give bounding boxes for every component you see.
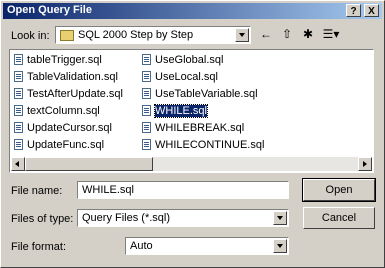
sql-file-icon [14, 139, 23, 150]
file-item[interactable]: textColumn.sql [14, 105, 100, 119]
scroll-right-button[interactable] [358, 157, 372, 171]
file-item[interactable]: TableValidation.sql [14, 71, 118, 85]
file-item[interactable]: UseTableVariable.sql [142, 88, 258, 102]
up-folder-icon[interactable]: ⇧ [278, 26, 296, 42]
lookin-label: Look in: [11, 30, 50, 42]
file-name: UpdateFunc.sql [27, 139, 105, 151]
file-item[interactable]: WHILEBREAK.sql [142, 122, 244, 136]
scroll-thumb[interactable] [25, 157, 153, 171]
filename-label: File name: [11, 185, 63, 197]
file-name: TableValidation.sql [27, 71, 118, 83]
file-item[interactable]: UseGlobal.sql [142, 54, 223, 68]
open-button[interactable]: Open [302, 178, 376, 202]
folder-icon [60, 30, 74, 41]
filetype-dropdown-arrow[interactable] [273, 211, 287, 225]
cancel-button[interactable]: Cancel [303, 207, 375, 229]
file-name: TestAfterUpdate.sql [27, 88, 123, 100]
filename-value: WHILE.sql [82, 184, 134, 196]
file-name: WHILEBREAK.sql [155, 122, 245, 134]
fileformat-combo[interactable]: Auto [125, 237, 289, 255]
views-menu-icon[interactable]: ☰▾ [319, 26, 343, 42]
filename-input[interactable]: WHILE.sql [77, 181, 289, 199]
lookin-combo[interactable]: SQL 2000 Step by Step [55, 26, 251, 44]
file-item[interactable]: tableTrigger.sql [14, 54, 102, 68]
file-item[interactable]: UpdateFunc.sql [14, 139, 104, 153]
dialog-title: Open Query File [7, 4, 92, 16]
sql-file-icon [142, 122, 151, 133]
sql-file-icon [142, 88, 151, 99]
scroll-left-button[interactable] [11, 157, 25, 171]
fileformat-label: File format: [11, 241, 67, 253]
file-item[interactable]: TestAfterUpdate.sql [14, 88, 123, 102]
file-item[interactable]: WHILE.sql [142, 104, 208, 119]
sql-file-icon [142, 105, 151, 116]
sql-file-icon [142, 54, 151, 65]
sql-file-icon [14, 122, 23, 133]
file-name: UseTableVariable.sql [155, 88, 258, 100]
file-name: UseGlobal.sql [155, 54, 224, 66]
sql-file-icon [14, 105, 23, 116]
sql-file-icon [14, 71, 23, 82]
back-icon[interactable]: ← [257, 26, 275, 42]
file-name: tableTrigger.sql [27, 54, 102, 66]
horizontal-scrollbar[interactable] [11, 157, 372, 171]
sql-file-icon [14, 88, 23, 99]
lookin-dropdown-arrow[interactable] [235, 28, 249, 42]
file-list[interactable]: tableTrigger.sql TableValidation.sql TestA… [9, 49, 374, 173]
help-button[interactable]: ? [346, 4, 361, 17]
file-name: WHILE.sql [154, 104, 208, 118]
title-bar[interactable]: Open Query File ? X [3, 3, 382, 19]
sql-file-icon [142, 71, 151, 82]
file-name: textColumn.sql [27, 105, 100, 117]
open-query-file-dialog: Open Query File ? X Look in: SQL 2000 St… [0, 0, 385, 268]
filetype-value: Query Files (*.sql) [82, 212, 171, 224]
sql-file-icon [142, 139, 151, 150]
file-item[interactable]: UpdateCursor.sql [14, 122, 112, 136]
close-button[interactable]: X [364, 4, 379, 17]
file-name: UpdateCursor.sql [27, 122, 112, 134]
file-item[interactable]: WHILECONTINUE.sql [142, 139, 264, 153]
new-folder-icon[interactable]: ✱ [299, 26, 317, 42]
fileformat-value: Auto [130, 240, 153, 252]
sql-file-icon [14, 54, 23, 65]
fileformat-dropdown-arrow[interactable] [273, 239, 287, 253]
file-name: UseLocal.sql [155, 71, 218, 83]
filetype-combo[interactable]: Query Files (*.sql) [77, 209, 289, 227]
lookin-value: SQL 2000 Step by Step [78, 29, 194, 41]
file-item[interactable]: UseLocal.sql [142, 71, 218, 85]
file-name: WHILECONTINUE.sql [155, 139, 265, 151]
filetype-label: Files of type: [11, 213, 74, 225]
